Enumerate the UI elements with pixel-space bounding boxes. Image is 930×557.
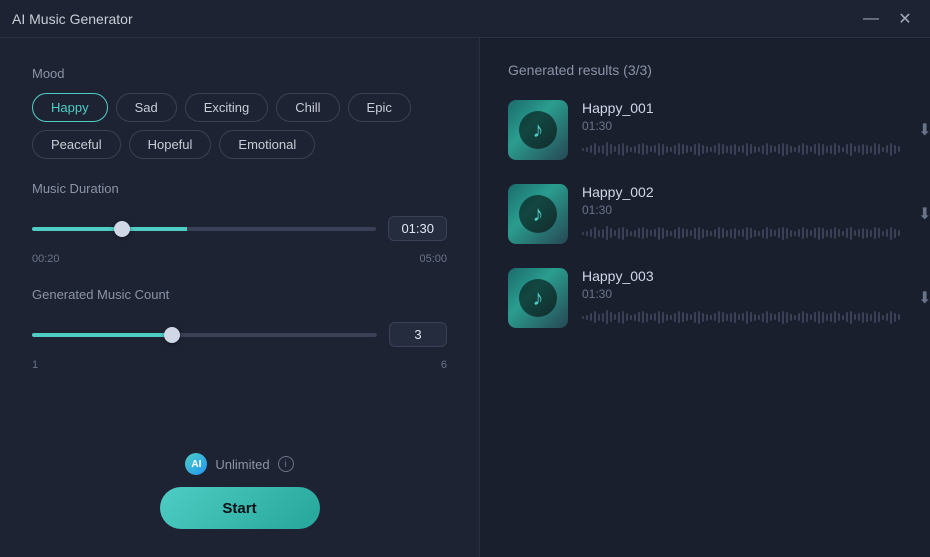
track-actions-1: ⬇ ••• (914, 116, 930, 144)
mood-btn-sad[interactable]: Sad (116, 93, 177, 122)
unlimited-label: Unlimited (215, 457, 269, 472)
ai-badge: AI (185, 453, 207, 475)
minimize-button[interactable]: — (858, 9, 884, 29)
track-name-2: Happy_002 (582, 184, 900, 200)
tracks-list: ♪ Happy_001 01:30 ⬇ ••• ♪ Happy_002 01:3… (508, 96, 902, 332)
download-button-1[interactable]: ⬇ (914, 116, 930, 144)
count-value: 3 (389, 322, 447, 347)
waveform-3 (582, 306, 900, 328)
track-time-2: 01:30 (582, 203, 900, 217)
waveform-1 (582, 138, 900, 160)
count-min: 1 (32, 359, 38, 371)
main-content: Mood Happy Sad ExcitingChill Epic Peaceful Ho… (0, 38, 930, 557)
window-controls: — ✕ (858, 9, 918, 29)
results-header: Generated results (3/3) (508, 62, 902, 78)
track-time-1: 01:30 (582, 119, 900, 133)
count-max: 6 (441, 359, 447, 371)
track-thumb-1: ♪ (508, 100, 568, 160)
mood-grid: Happy Sad ExcitingChill Epic Peaceful Hopeful… (32, 93, 447, 159)
mood-section: Mood Happy Sad ExcitingChill Epic Peaceful Ho… (32, 66, 447, 159)
mood-btn-chill[interactable]: Chill (276, 93, 339, 122)
duration-slider-row: 01:30 (32, 216, 447, 241)
track-time-3: 01:30 (582, 287, 900, 301)
close-button[interactable]: ✕ (892, 9, 918, 29)
mood-btn-epic[interactable]: Epic (348, 93, 411, 122)
duration-label: Music Duration (32, 181, 447, 196)
waveform-2 (582, 222, 900, 244)
track-info-1: Happy_001 01:30 (582, 100, 900, 160)
left-footer: AI Unlimited i Start (32, 453, 447, 529)
left-panel: Mood Happy Sad ExcitingChill Epic Peaceful Ho… (0, 38, 480, 557)
mood-btn-peaceful[interactable]: Peaceful (32, 130, 121, 159)
start-button[interactable]: Start (160, 487, 320, 529)
music-note-icon: ♪ (533, 285, 544, 311)
app-title: AI Music Generator (12, 11, 858, 27)
download-button-2[interactable]: ⬇ (914, 200, 930, 228)
download-button-3[interactable]: ⬇ (914, 284, 930, 312)
count-label: Generated Music Count (32, 287, 447, 302)
count-section: Generated Music Count 3 1 6 (32, 287, 447, 371)
track-actions-2: ⬇ ••• (914, 200, 930, 228)
track-info-2: Happy_002 01:30 (582, 184, 900, 244)
duration-min: 00:20 (32, 253, 60, 265)
right-panel: Generated results (3/3) ♪ Happy_001 01:3… (480, 38, 930, 557)
track-item-1: ♪ Happy_001 01:30 ⬇ ••• (508, 96, 902, 164)
track-info-3: Happy_003 01:30 (582, 268, 900, 328)
duration-max: 05:00 (419, 253, 447, 265)
track-thumb-2: ♪ (508, 184, 568, 244)
track-item-2: ♪ Happy_002 01:30 ⬇ ••• (508, 180, 902, 248)
track-thumb-3: ♪ (508, 268, 568, 328)
count-slider-row: 3 (32, 322, 447, 347)
duration-section: Music Duration 01:30 00:20 05:00 (32, 181, 447, 265)
track-name-3: Happy_003 (582, 268, 900, 284)
music-note-icon: ♪ (533, 201, 544, 227)
mood-btn-hopeful[interactable]: Hopeful (129, 130, 212, 159)
mood-btn-exciting[interactable]: Exciting (185, 93, 269, 122)
mood-btn-happy[interactable]: Happy (32, 93, 108, 122)
unlimited-row: AI Unlimited i (185, 453, 293, 475)
duration-slider[interactable] (32, 227, 376, 231)
track-item-3: ♪ Happy_003 01:30 ⬇ ••• (508, 264, 902, 332)
duration-value: 01:30 (388, 216, 447, 241)
mood-btn-emotional[interactable]: Emotional (219, 130, 315, 159)
mood-label: Mood (32, 66, 447, 81)
count-labels: 1 6 (32, 359, 447, 371)
count-slider[interactable] (32, 333, 377, 337)
track-name-1: Happy_001 (582, 100, 900, 116)
music-note-icon: ♪ (533, 117, 544, 143)
info-icon[interactable]: i (278, 456, 294, 472)
duration-labels: 00:20 05:00 (32, 253, 447, 265)
title-bar: AI Music Generator — ✕ (0, 0, 930, 38)
track-actions-3: ⬇ ••• (914, 284, 930, 312)
